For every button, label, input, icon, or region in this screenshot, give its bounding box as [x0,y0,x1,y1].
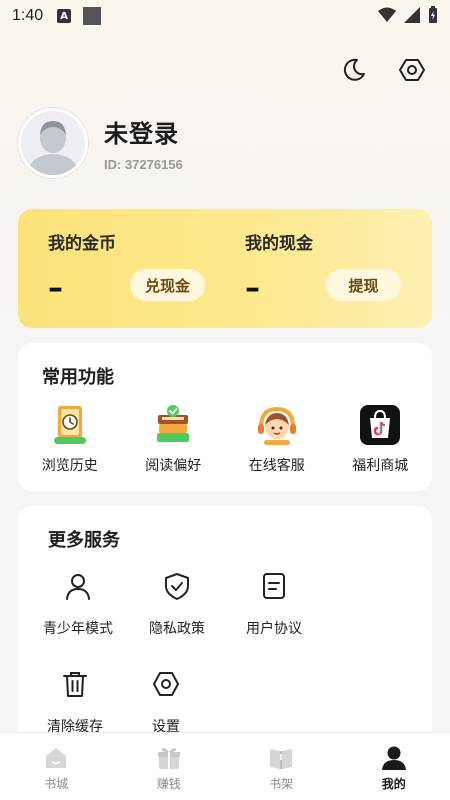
gift-icon [157,748,180,769]
coins-value: – [48,271,63,306]
withdraw-button[interactable]: 提现 [326,269,401,301]
gear-icon [153,672,179,696]
history-clock-icon [53,406,86,444]
header-actions [340,56,426,84]
common-functions-title: 常用功能 [42,367,114,388]
service-item-privacy-policy[interactable]: 隐私政策 [132,572,222,638]
shield-check-icon [165,573,189,600]
function-label: 在线客服 [248,458,305,474]
service-item-clear-cache[interactable]: 清除缓存 [30,670,120,736]
settings-button[interactable] [398,56,426,84]
cash-value: – [245,271,260,306]
service-label: 隐私政策 [149,621,205,637]
bookshelf-icon [270,749,293,769]
coins-section: 我的金币 – 兑现金 [18,209,208,328]
service-item-user-agreement[interactable]: 用户协议 [229,572,319,638]
function-item-customer-service[interactable]: 在线客服 [225,403,329,475]
cash-section: 我的现金 – 提现 [218,209,408,328]
function-label: 阅读偏好 [145,458,202,474]
service-label: 青少年模式 [43,621,113,637]
common-functions-card: 常用功能 浏览历史 阅读偏好 在线客服 福利商城 [18,343,432,491]
profile-text: 未登录 ID: 37276156 [104,114,183,172]
user-id: ID: 37276156 [104,157,183,172]
home-icon [46,748,67,768]
function-item-reading-preference[interactable]: 阅读偏好 [122,403,226,475]
function-item-welfare-mall[interactable]: 福利商城 [329,403,433,475]
service-item-youth-mode[interactable]: 青少年模式 [33,572,123,638]
customer-service-icon [257,406,296,445]
functions-grid: 浏览历史 阅读偏好 在线客服 福利商城 [18,403,432,475]
nav-item-mine[interactable]: 我的 [338,733,450,800]
avatar[interactable] [18,108,88,178]
nav-item-earn[interactable]: 赚钱 [113,733,226,800]
profile-section[interactable]: 未登录 ID: 37276156 [18,108,183,178]
nav-label: 书城 [44,777,69,791]
theme-toggle-button[interactable] [340,56,368,84]
service-label: 用户协议 [246,621,302,637]
notification-icon: A [57,9,72,23]
status-indicators [378,6,438,24]
wallet-card: 我的金币 – 兑现金 我的现金 – 提现 [18,209,432,328]
more-services-title: 更多服务 [48,530,120,551]
book-stack-icon [157,405,190,442]
user-icon [381,746,406,770]
coins-label: 我的金币 [48,234,116,254]
nav-label: 书架 [269,777,294,791]
service-item-settings[interactable]: 设置 [121,670,211,736]
person-icon [66,574,90,600]
nav-label: 我的 [381,777,406,791]
gear-icon [399,59,425,81]
battery-icon [429,6,437,23]
cash-label: 我的现金 [245,234,313,254]
default-avatar-icon [21,111,85,175]
wifi-icon [378,7,396,22]
status-bar: 1:40 A [0,0,450,32]
function-label: 福利商城 [352,458,409,474]
trash-icon [63,672,87,697]
redeem-cash-button[interactable]: 兑现金 [130,269,205,301]
notification-square-icon [83,7,102,25]
more-services-card: 更多服务 青少年模式 隐私政策 用户协议 清除缓存 设置 [18,506,432,756]
nav-item-bookstore[interactable]: 书城 [0,733,113,800]
moon-icon [343,58,365,81]
signal-icon [404,7,420,23]
document-icon [263,573,285,599]
function-label: 浏览历史 [41,458,98,474]
function-item-history[interactable]: 浏览历史 [18,403,122,475]
nav-label: 赚钱 [156,777,181,791]
username[interactable]: 未登录 [104,114,183,149]
nav-item-bookshelf[interactable]: 书架 [225,733,338,800]
tiktok-shop-icon [360,405,401,445]
status-time: 1:40 [12,7,44,24]
bottom-nav: 书城 赚钱 书架 我的 [0,732,450,800]
